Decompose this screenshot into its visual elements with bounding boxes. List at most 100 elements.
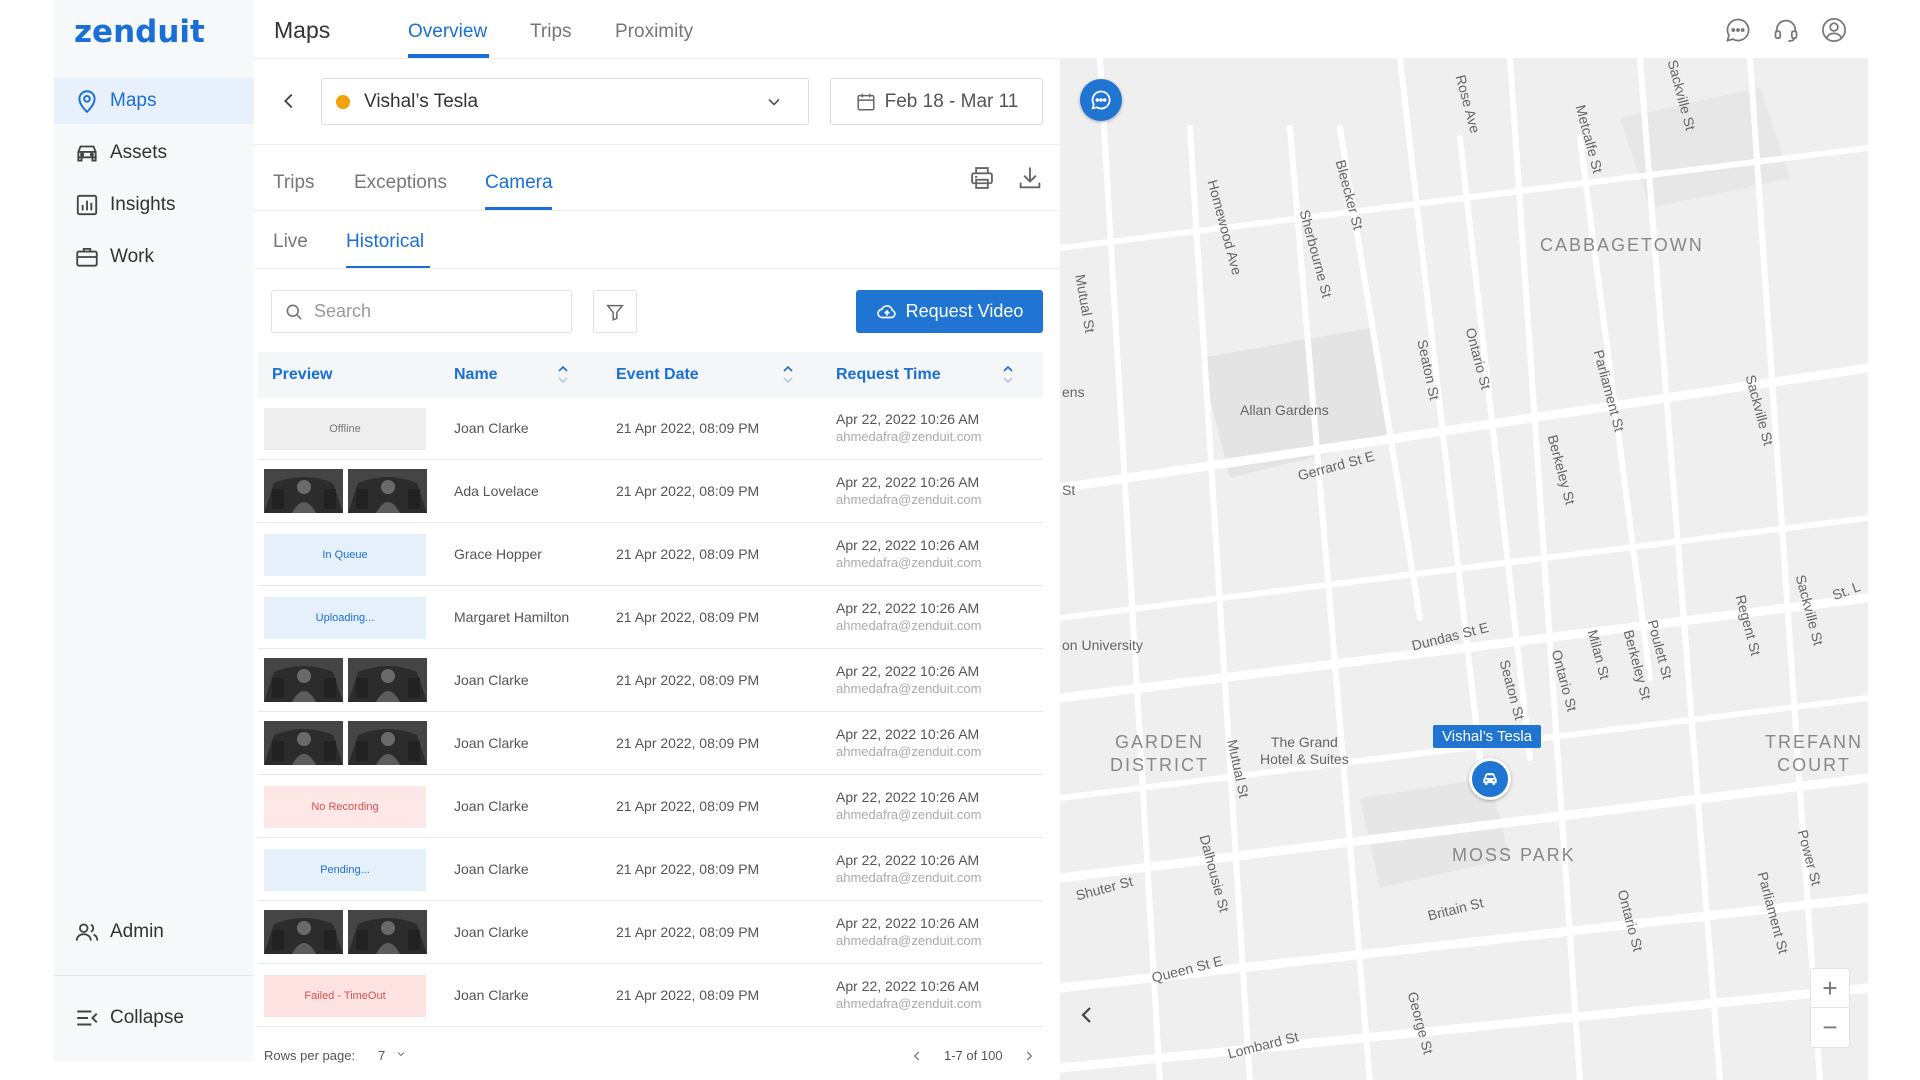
sidebar-item-label: Maps [110,90,157,111]
map-place-label: St [1062,482,1076,498]
tab-live[interactable]: Live [273,231,308,253]
chevron-down-icon [397,1052,405,1057]
vehicle-status-dot [336,94,350,109]
zoom-control: + − [1810,968,1850,1048]
row-name: Joan Clarke [454,672,529,688]
chevron-left-icon[interactable] [1075,1003,1099,1027]
request-video-button[interactable]: Request Video [856,290,1043,333]
chevron-left-icon[interactable] [278,90,300,112]
date-range-picker[interactable]: Feb 18 - Mar 11 [830,78,1043,125]
zoom-in-button[interactable]: + [1811,969,1849,1008]
row-request-time: Apr 22, 2022 10:26 AM ahmedafra@zenduit.c… [836,852,981,886]
table-row[interactable]: Pending... Joan Clarke 21 Apr 2022, 08:09 … [258,839,1043,901]
video-thumbnail[interactable] [264,658,343,702]
map-place-label: Allan Gardens [1240,402,1329,418]
download-icon[interactable] [1016,164,1044,192]
print-icon[interactable] [968,164,996,192]
page-title: Maps [274,17,331,43]
sort-icon[interactable] [1000,363,1016,385]
table-row[interactable]: Joan Clarke 21 Apr 2022, 08:09 PM Apr 22, … [258,902,1043,964]
preview-status-badge: Failed - TimeOut [264,975,426,1017]
column-header-event-date[interactable]: Event Date [616,366,699,384]
search-box [271,290,572,333]
preview-thumbnails [264,658,428,704]
map-view[interactable]: CABBAGETOWN GARDEN DISTRICT TREFANN COUR… [1060,58,1868,1080]
preview-thumbnails [264,721,428,767]
chat-icon[interactable] [1724,16,1752,44]
sidebar: zenduit Maps Assets Insights Work Admin … [54,0,254,1062]
video-thumbnail[interactable] [348,658,427,702]
video-thumbnail[interactable] [348,721,427,765]
row-event-date: 21 Apr 2022, 08:09 PM [616,546,760,562]
panel-divider [254,268,1060,269]
row-requester-email: ahmedafra@zenduit.com [836,933,982,948]
tab-panel-camera[interactable]: Camera [485,172,553,194]
row-request-time-value: Apr 22, 2022 10:26 AM [836,411,980,427]
chart-icon [76,194,98,216]
table-row[interactable]: Ada Lovelace 21 Apr 2022, 08:09 PM Apr 22,… [258,461,1043,523]
sort-icon[interactable] [780,363,796,385]
sidebar-item-work[interactable]: Work [54,234,254,280]
row-request-time-value: Apr 22, 2022 10:26 AM [836,978,980,994]
headset-icon[interactable] [1772,16,1800,44]
sidebar-item-insights[interactable]: Insights [54,182,254,228]
vehicle-marker[interactable] [1469,758,1511,800]
video-thumbnail[interactable] [348,469,427,513]
tab-historical[interactable]: Historical [346,231,424,253]
table-row[interactable]: Offline Joan Clarke 21 Apr 2022, 08:09 PM A… [258,398,1043,460]
rows-per-page-select[interactable]: 7 [378,1048,407,1063]
sort-icon[interactable] [555,363,571,385]
tab-trips[interactable]: Trips [530,21,572,43]
tab-panel-trips[interactable]: Trips [273,172,315,194]
video-thumbnail[interactable] [264,910,343,954]
map-area-label: GARDEN DISTRICT [1110,732,1209,775]
calendar-icon [857,93,875,111]
sidebar-collapse-button[interactable]: Collapse [54,995,254,1041]
map-pin-icon [78,90,96,114]
sidebar-item-admin[interactable]: Admin [54,909,254,955]
search-icon [286,304,302,320]
tab-proximity[interactable]: Proximity [615,21,693,43]
video-thumbnail[interactable] [264,721,343,765]
tab-panel-exceptions[interactable]: Exceptions [354,172,447,194]
video-thumbnail[interactable] [348,910,427,954]
account-icon[interactable] [1820,16,1848,44]
row-request-time-value: Apr 22, 2022 10:26 AM [836,915,980,931]
sidebar-item-maps[interactable]: Maps [54,78,254,124]
row-name: Ada Lovelace [454,483,539,499]
search-input[interactable] [314,301,554,322]
row-request-time: Apr 22, 2022 10:26 AM ahmedafra@zenduit.c… [836,474,981,508]
row-name: Joan Clarke [454,924,529,940]
chevron-right-icon[interactable] [1022,1049,1036,1063]
table-row[interactable]: No Recording Joan Clarke 21 Apr 2022, 08:0… [258,776,1043,838]
column-header-request-time[interactable]: Request Time [836,366,941,384]
row-event-date: 21 Apr 2022, 08:09 PM [616,924,760,940]
map-place-label: The Grand Hotel & Suites [1260,734,1349,767]
vehicle-select[interactable]: Vishal’s Tesla [321,78,809,125]
sidebar-item-label: Work [110,246,154,267]
table-row[interactable]: Failed - TimeOut Joan Clarke 21 Apr 2022, … [258,965,1043,1027]
sidebar-item-assets[interactable]: Assets [54,130,254,176]
zenduit-logo[interactable]: zenduit [74,14,205,50]
table-row[interactable]: Uploading... Margaret Hamilton 21 Apr 2022… [258,587,1043,649]
row-request-time: Apr 22, 2022 10:26 AM ahmedafra@zenduit.c… [836,411,981,445]
vehicle-map-label[interactable]: Vishal’s Tesla [1433,725,1542,748]
filter-button[interactable] [593,290,637,333]
tab-overview[interactable]: Overview [408,21,487,43]
vehicle-select-value: Vishal’s Tesla [364,90,479,112]
row-event-date: 21 Apr 2022, 08:09 PM [616,861,760,877]
video-thumbnail[interactable] [264,469,343,513]
table-row[interactable]: In Queue Grace Hopper 21 Apr 2022, 08:09 P… [258,524,1043,586]
table-row[interactable]: Joan Clarke 21 Apr 2022, 08:09 PM Apr 22, … [258,713,1043,775]
table-row[interactable]: Joan Clarke 21 Apr 2022, 08:09 PM Apr 22, … [258,650,1043,712]
map-area-label: CABBAGETOWN [1540,235,1704,255]
zoom-out-button[interactable]: − [1811,1008,1849,1047]
row-name: Grace Hopper [454,546,542,562]
chevron-left-icon[interactable] [910,1049,924,1063]
row-request-time: Apr 22, 2022 10:26 AM ahmedafra@zenduit.c… [836,537,981,571]
map-chat-button[interactable] [1080,79,1122,121]
row-event-date: 21 Apr 2022, 08:09 PM [616,735,760,751]
date-range-value: Feb 18 - Mar 11 [884,90,1019,112]
column-header-name[interactable]: Name [454,366,498,384]
row-request-time-value: Apr 22, 2022 10:26 AM [836,726,980,742]
